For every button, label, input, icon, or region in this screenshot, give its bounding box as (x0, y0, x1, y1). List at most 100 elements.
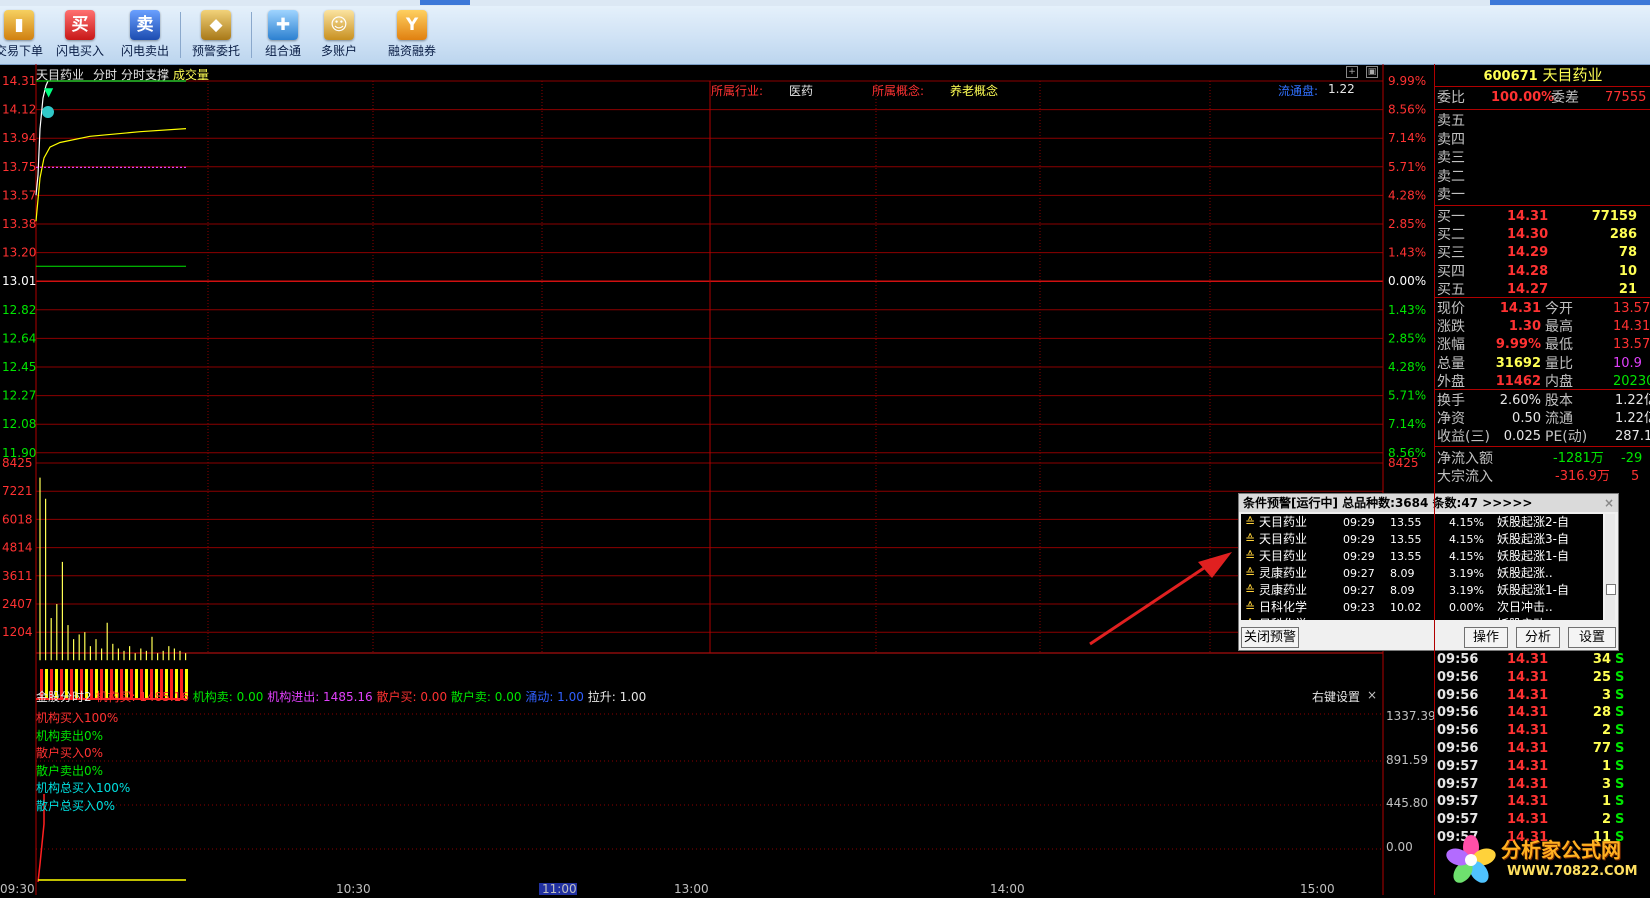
quote-panel: 600671 天目药业 委比 100.00% 委差 77555 卖五 卖四 卖三 卖二… (1434, 64, 1650, 895)
bid-label: 买三 (1437, 245, 1465, 262)
stat-value: 14.31 (1613, 319, 1650, 335)
alert-order-label: 预警委托 (191, 44, 240, 58)
stat-label: 涨幅 (1437, 337, 1465, 354)
ask-row[interactable]: 卖三 (1437, 149, 1650, 167)
flash-sell-icon: 卖 (130, 10, 160, 40)
retail-buy: 散户买: 0.00 (376, 690, 448, 704)
right-click-settings[interactable]: 右键设置 (1312, 688, 1360, 705)
trade-order-button[interactable]: ▮ 交易下单 (0, 8, 44, 62)
price-axis-label: 13.38 (2, 217, 36, 231)
alert-price: 13.55 (1390, 550, 1422, 563)
alert-up-icon: ≙ (1245, 616, 1255, 620)
flash-sell-button[interactable]: 卖 闪电卖出 (117, 8, 173, 62)
multi-account-button[interactable]: ☺ 多账户 (314, 8, 364, 62)
window-toggle-icon[interactable]: ▣ (1366, 66, 1378, 78)
pct-axis-label: 7.14% (1388, 131, 1426, 145)
close-alert-button[interactable]: 关闭预警 (1241, 627, 1299, 648)
tab-minute[interactable]: 分时 (93, 66, 117, 83)
indicator-axis-label: 445.80 (1386, 796, 1428, 810)
alert-order-button[interactable]: ◆ 预警委托 (188, 8, 244, 62)
tick-row: 09:57 14.31 1 S (1435, 758, 1649, 776)
price-axis-label: 12.08 (2, 417, 36, 431)
tick-time: 09:56 (1437, 741, 1479, 756)
average-price-line (35, 127, 187, 222)
pct-axis-label: 5.71% (1388, 389, 1426, 403)
pct-axis-label: 0.00% (1388, 274, 1426, 288)
tick-price: 14.31 (1507, 723, 1549, 739)
chart-area[interactable]: 14.31 9.99% 14.12 8.56% 13.94 7.14% 13.75 5.71%… (0, 64, 1619, 896)
alert-stock-name: 天目药业 (1259, 549, 1308, 563)
stock-name-label: 天目药业 (36, 68, 85, 82)
pct-axis-label: 2.85% (1388, 331, 1426, 345)
tick-row: 09:56 14.31 77 S (1435, 740, 1649, 758)
add-indicator-icon[interactable]: + (1346, 66, 1358, 78)
tick-side: S (1615, 776, 1625, 792)
volume-axis-right-top: 8425 (1388, 456, 1419, 470)
price-axis-label: 13.94 (2, 131, 36, 145)
netflow-label: 净流入额 (1437, 451, 1493, 467)
tab-minute-support[interactable]: 分时支撑 (121, 66, 169, 83)
tick-row: 09:56 14.31 2 S (1435, 722, 1649, 740)
legend-inst-buy: 机构买入100% (36, 711, 119, 725)
alert-stock-name: 天目药业 (1259, 532, 1308, 546)
tick-time: 09:56 (1437, 652, 1479, 667)
alert-arrow-icon: ▼ (44, 85, 54, 99)
bid-label: 买四 (1437, 263, 1465, 280)
ask-row[interactable]: 卖五 (1437, 112, 1650, 130)
alert-price: 8.09 (1390, 584, 1415, 597)
volume-axis-label: 4814 (2, 541, 33, 555)
alert-up-icon: ≙ (1245, 566, 1256, 580)
alert-stock-name: 日科化学 (1259, 616, 1307, 620)
time-axis-label: 13:00 (674, 882, 709, 895)
tab-volume[interactable]: 成交量 (173, 66, 209, 83)
tick-row: 09:56 14.31 3 S (1435, 687, 1649, 705)
portfolio-button[interactable]: ✚ 组合通 (258, 8, 308, 62)
ask-row[interactable]: 卖一 (1437, 186, 1650, 204)
alert-price: 8.09 (1390, 567, 1415, 580)
multi-account-icon: ☺ (324, 10, 354, 40)
margin-trading-button[interactable]: Y 融资融券 (384, 8, 440, 62)
industry-label: 所属行业: (711, 84, 764, 98)
ask-row[interactable]: 卖二 (1437, 168, 1650, 186)
tick-time: 09:56 (1437, 705, 1479, 721)
intraday-chart: 14.31 9.99% 14.12 8.56% 13.94 7.14% 13.75 5.71%… (0, 64, 1436, 896)
bid-row[interactable]: 买一 14.31 77159 (1437, 208, 1650, 226)
ask-row[interactable]: 卖四 (1437, 131, 1650, 149)
bid-row[interactable]: 买四 14.28 10 (1437, 263, 1650, 281)
quote-stat-row: 换手 2.60% 股本 1.22亿 (1437, 392, 1650, 410)
quote-header: 600671 天目药业 (1435, 64, 1650, 86)
stat-value: 13.57 (1613, 337, 1650, 353)
annotation-arrow-head (1198, 552, 1232, 578)
alert-time: 09:29 (1343, 516, 1375, 529)
price-axis-label: 13.57 (2, 188, 36, 202)
tick-volume: 25 (1592, 669, 1611, 685)
retail-sell: 散户卖: 0.00 (450, 690, 522, 704)
stat-label: 量比 (1545, 355, 1573, 372)
flash-buy-button[interactable]: 买 闪电买入 (52, 8, 108, 62)
bid-row[interactable]: 买二 14.30 286 (1437, 226, 1650, 244)
weibi-value: 100.00% (1491, 90, 1555, 105)
alert-up-icon: ≙ (1245, 600, 1256, 614)
alert-order-icon: ◆ (201, 10, 231, 40)
tick-price: 14.31 (1507, 794, 1549, 810)
stat-label: 收益(三) (1437, 429, 1490, 446)
bigflow-label: 大宗流入 (1437, 469, 1493, 485)
alert-time: 09:29 (1343, 533, 1375, 546)
tick-volume: 1 (1601, 794, 1611, 810)
bid-row[interactable]: 买三 14.29 78 (1437, 244, 1650, 262)
alert-stock-name: 日科化学 (1259, 600, 1308, 614)
tick-volume: 2 (1601, 723, 1611, 739)
pct-axis-label: 2.85% (1388, 217, 1426, 231)
pct-axis-label: 9.99% (1388, 74, 1426, 88)
stat-label: 最低 (1545, 337, 1573, 354)
alert-stock-name: 灵康药业 (1259, 566, 1308, 580)
pull: 拉升: 1.00 (587, 690, 647, 704)
ask-label: 卖三 (1437, 150, 1465, 166)
tick-price: 14.31 (1507, 687, 1549, 703)
legend-retail-total: 散户总买入0% (36, 798, 116, 813)
close-indicator-icon[interactable]: × (1367, 688, 1377, 702)
tick-price: 14.31 (1507, 758, 1549, 774)
stock-name: 天目药业 (1542, 66, 1603, 84)
stat-value: 10.9 (1613, 355, 1642, 371)
quote-stat-row: 现价 14.31 今开 13.57 (1437, 300, 1650, 318)
